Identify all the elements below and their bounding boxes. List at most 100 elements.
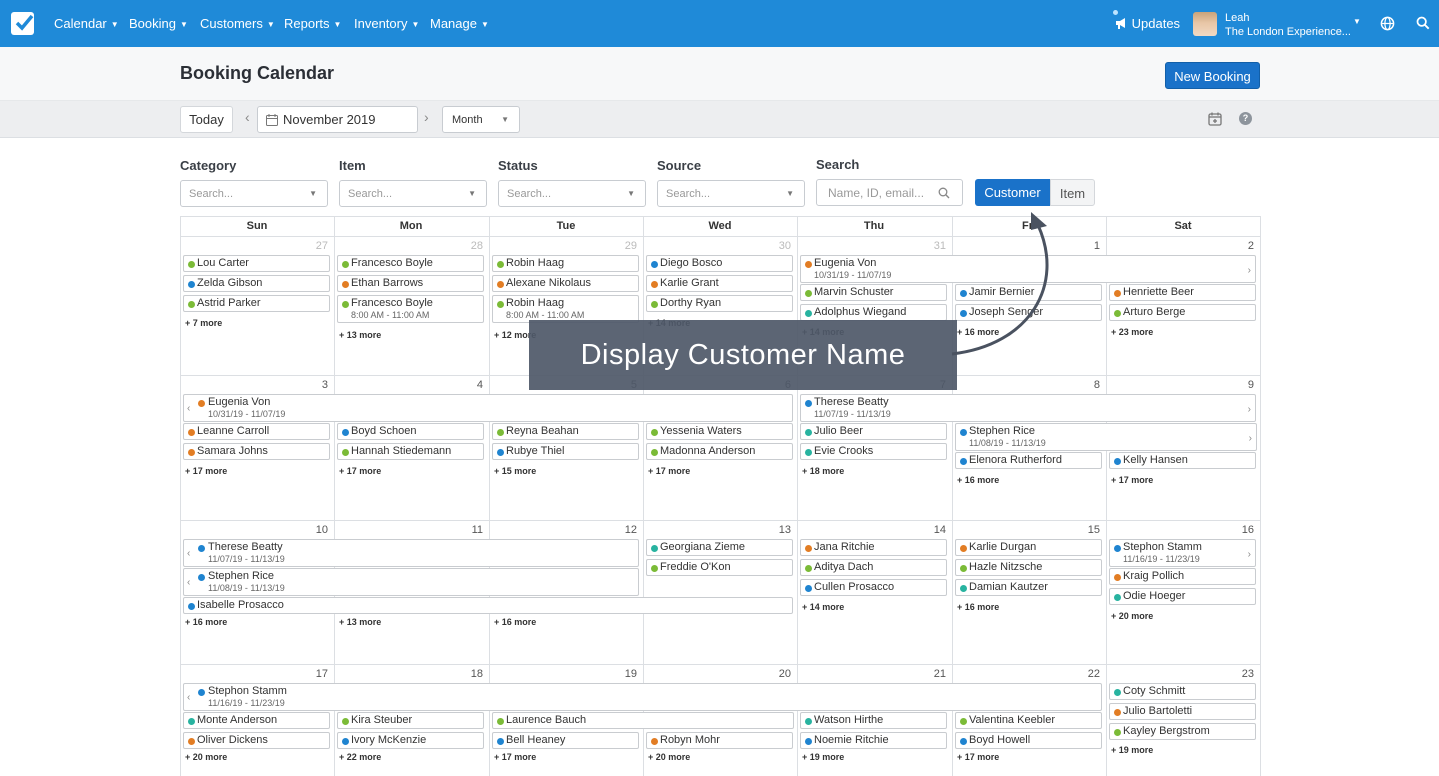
display-customer-toggle[interactable]: Customer xyxy=(975,179,1050,206)
booking-event[interactable]: Jamir Bernier xyxy=(955,284,1102,301)
day-number[interactable]: 15 xyxy=(1080,524,1100,536)
today-button[interactable]: Today xyxy=(180,106,233,133)
booking-event[interactable]: Kayley Bergstrom xyxy=(1109,723,1256,740)
day-number[interactable]: 18 xyxy=(463,668,483,680)
booking-event[interactable]: Watson Hirthe xyxy=(800,712,947,729)
booking-event[interactable]: Madonna Anderson xyxy=(646,443,793,460)
booking-event[interactable]: Reyna Beahan xyxy=(492,423,639,440)
booking-event[interactable]: Aditya Dach xyxy=(800,559,947,576)
booking-event[interactable]: Ethan Barrows xyxy=(337,275,484,292)
nav-reports-menu[interactable]: Reports ▼ xyxy=(284,0,341,47)
booking-event[interactable]: Marvin Schuster xyxy=(800,284,947,301)
booking-event[interactable]: Arturo Berge xyxy=(1109,304,1256,321)
more-bookings-link[interactable]: + 17 more xyxy=(339,466,381,476)
more-bookings-link[interactable]: + 7 more xyxy=(185,318,222,328)
day-number[interactable]: 31 xyxy=(926,240,946,252)
booking-event[interactable]: Samara Johns xyxy=(183,443,330,460)
globe-icon[interactable] xyxy=(1380,16,1395,31)
day-number[interactable]: 9 xyxy=(1234,379,1254,391)
day-number[interactable]: 22 xyxy=(1080,668,1100,680)
booking-event[interactable]: Henriette Beer xyxy=(1109,284,1256,301)
day-number[interactable]: 8 xyxy=(1080,379,1100,391)
more-bookings-link[interactable]: + 17 more xyxy=(1111,475,1153,485)
multi-day-booking[interactable]: ‹ Eugenia Von 10/31/19 - 11/07/19 xyxy=(183,394,793,422)
booking-event[interactable]: Alexane Nikolaus xyxy=(492,275,639,292)
display-item-toggle[interactable]: Item xyxy=(1050,179,1095,206)
booking-event[interactable]: Zelda Gibson xyxy=(183,275,330,292)
more-bookings-link[interactable]: + 22 more xyxy=(339,752,381,762)
booking-event[interactable]: Hazle Nitzsche xyxy=(955,559,1102,576)
booking-event[interactable]: Leanne Carroll xyxy=(183,423,330,440)
nav-inventory-menu[interactable]: Inventory ▼ xyxy=(354,0,419,47)
more-bookings-link[interactable]: + 14 more xyxy=(802,602,844,612)
source-select[interactable]: Search... ▼ xyxy=(657,180,805,207)
booking-event[interactable]: Damian Kautzer xyxy=(955,579,1102,596)
booking-event[interactable]: Coty Schmitt xyxy=(1109,683,1256,700)
day-number[interactable]: 20 xyxy=(771,668,791,680)
day-number[interactable]: 27 xyxy=(308,240,328,252)
search-icon[interactable] xyxy=(1416,16,1430,30)
booking-event[interactable]: Karlie Grant xyxy=(646,275,793,292)
booking-event[interactable]: Odie Hoeger xyxy=(1109,588,1256,605)
booking-event[interactable]: Boyd Schoen xyxy=(337,423,484,440)
more-bookings-link[interactable]: + 20 more xyxy=(648,752,690,762)
more-bookings-link[interactable]: + 16 more xyxy=(494,617,536,627)
day-number[interactable]: 21 xyxy=(926,668,946,680)
booking-event[interactable]: Francesco Boyle xyxy=(337,255,484,272)
month-date-picker[interactable]: November 2019 xyxy=(257,106,418,133)
more-bookings-link[interactable]: + 20 more xyxy=(1111,611,1153,621)
view-mode-select[interactable]: Month ▼ xyxy=(442,106,520,133)
day-number[interactable]: 14 xyxy=(926,524,946,536)
booking-event[interactable]: Oliver Dickens xyxy=(183,732,330,749)
category-select[interactable]: Search... ▼ xyxy=(180,180,328,207)
day-number[interactable]: 12 xyxy=(617,524,637,536)
more-bookings-link[interactable]: + 19 more xyxy=(1111,745,1153,755)
previous-month-chevron-icon[interactable]: ‹ xyxy=(245,109,250,125)
more-bookings-link[interactable]: + 17 more xyxy=(494,752,536,762)
more-bookings-link[interactable]: + 17 more xyxy=(957,752,999,762)
nav-calendar-menu[interactable]: Calendar ▼ xyxy=(54,0,119,47)
next-month-chevron-icon[interactable]: › xyxy=(424,109,429,125)
multi-day-booking[interactable]: ‹ Therese Beatty 11/07/19 - 11/13/19 xyxy=(183,539,639,567)
more-bookings-link[interactable]: + 16 more xyxy=(957,475,999,485)
booking-event[interactable]: Noemie Ritchie xyxy=(800,732,947,749)
booking-event[interactable]: Rubye Thiel xyxy=(492,443,639,460)
booking-event[interactable]: Diego Bosco xyxy=(646,255,793,272)
status-select[interactable]: Search... ▼ xyxy=(498,180,646,207)
day-number[interactable]: 19 xyxy=(617,668,637,680)
booking-event[interactable]: Freddie O'Kon xyxy=(646,559,793,576)
more-bookings-link[interactable]: + 19 more xyxy=(802,752,844,762)
booking-event[interactable]: Astrid Parker xyxy=(183,295,330,312)
multi-day-booking[interactable]: Therese Beatty 11/07/19 - 11/13/19 › xyxy=(800,394,1256,422)
more-bookings-link[interactable]: + 13 more xyxy=(339,330,381,340)
booking-event[interactable]: Joseph Senger xyxy=(955,304,1102,321)
help-icon[interactable]: ? xyxy=(1239,112,1252,125)
more-bookings-link[interactable]: + 18 more xyxy=(802,466,844,476)
booking-event[interactable]: Bell Heaney xyxy=(492,732,639,749)
user-name[interactable]: Leah xyxy=(1225,12,1249,24)
day-number[interactable]: 1 xyxy=(1080,240,1100,252)
multi-day-booking[interactable]: Eugenia Von 10/31/19 - 11/07/19 › xyxy=(800,255,1256,283)
day-number[interactable]: 29 xyxy=(617,240,637,252)
booking-event[interactable]: Boyd Howell xyxy=(955,732,1102,749)
booking-event[interactable]: Adolphus Wiegand xyxy=(800,304,947,321)
more-bookings-link[interactable]: + 20 more xyxy=(185,752,227,762)
more-bookings-link[interactable]: + 16 more xyxy=(957,327,999,337)
booking-event[interactable]: Francesco Boyle 8:00 AM - 11:00 AM xyxy=(337,295,484,323)
multi-day-booking[interactable]: Stephon Stamm 11/16/19 - 11/23/19 › xyxy=(1109,539,1256,567)
booking-event[interactable]: Jana Ritchie xyxy=(800,539,947,556)
user-organization[interactable]: The London Experience... xyxy=(1225,26,1351,38)
item-select[interactable]: Search... ▼ xyxy=(339,180,487,207)
booking-event[interactable]: Evie Crooks xyxy=(800,443,947,460)
nav-booking-menu[interactable]: Booking ▼ xyxy=(129,0,188,47)
user-menu-chevron-icon[interactable]: ▼ xyxy=(1353,17,1361,26)
booking-event[interactable]: Elenora Rutherford xyxy=(955,452,1102,469)
booking-event[interactable]: Robin Haag 8:00 AM - 11:00 AM xyxy=(492,295,639,323)
multi-day-booking[interactable]: Laurence Bauch xyxy=(492,712,794,729)
day-number[interactable]: 30 xyxy=(771,240,791,252)
booking-event[interactable]: Cullen Prosacco xyxy=(800,579,947,596)
booking-event[interactable]: Dorthy Ryan xyxy=(646,295,793,312)
day-number[interactable]: 11 xyxy=(463,524,483,536)
multi-day-booking[interactable]: ‹ Stephen Rice 11/08/19 - 11/13/19 xyxy=(183,568,639,596)
day-number[interactable]: 10 xyxy=(308,524,328,536)
